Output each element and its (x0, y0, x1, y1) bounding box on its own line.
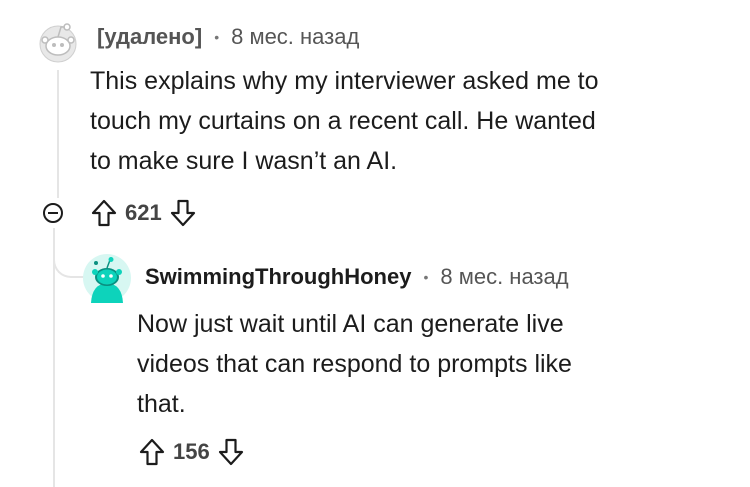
comment-score: 621 (125, 200, 162, 225)
comment-body-line: videos that can respond to prompts like (137, 350, 572, 378)
collapse-icon[interactable] (43, 203, 63, 223)
comment-timestamp[interactable]: 8 мес. назад (440, 264, 568, 290)
comment-score: 156 (173, 439, 210, 464)
vote-bar: 621 (90, 198, 197, 228)
thread-connector (53, 248, 85, 278)
comment-meta: [удалено] • 8 мес. назад (97, 24, 359, 50)
comment-body-line: touch my curtains on a recent call. He w… (90, 107, 596, 135)
comment-meta: SwimmingThroughHoney • 8 мес. назад (145, 264, 569, 290)
meta-separator: • (214, 29, 220, 45)
comment-author[interactable]: SwimmingThroughHoney (145, 264, 411, 290)
upvote-icon[interactable] (90, 198, 118, 228)
downvote-icon[interactable] (217, 437, 245, 467)
comment-body-line: to make sure I wasn’t an AI. (90, 147, 398, 175)
snoo-avatar-icon[interactable] (82, 253, 132, 303)
downvote-icon[interactable] (169, 198, 197, 228)
comment-author[interactable]: [удалено] (97, 24, 202, 50)
vote-bar: 156 (138, 437, 245, 467)
comment-body: Now just wait until AI can generate live… (137, 304, 572, 424)
comment-body-line: Now just wait until AI can generate live (137, 310, 564, 338)
comment-body: This explains why my interviewer asked m… (90, 61, 599, 181)
upvote-icon[interactable] (138, 437, 166, 467)
comment-body-line: that. (137, 390, 186, 418)
thread-line-parent (57, 70, 59, 198)
comment-timestamp[interactable]: 8 мес. назад (231, 24, 359, 50)
meta-separator: • (423, 269, 429, 285)
comment-body-line: This explains why my interviewer asked m… (90, 67, 599, 95)
deleted-user-avatar-icon[interactable] (34, 16, 82, 64)
